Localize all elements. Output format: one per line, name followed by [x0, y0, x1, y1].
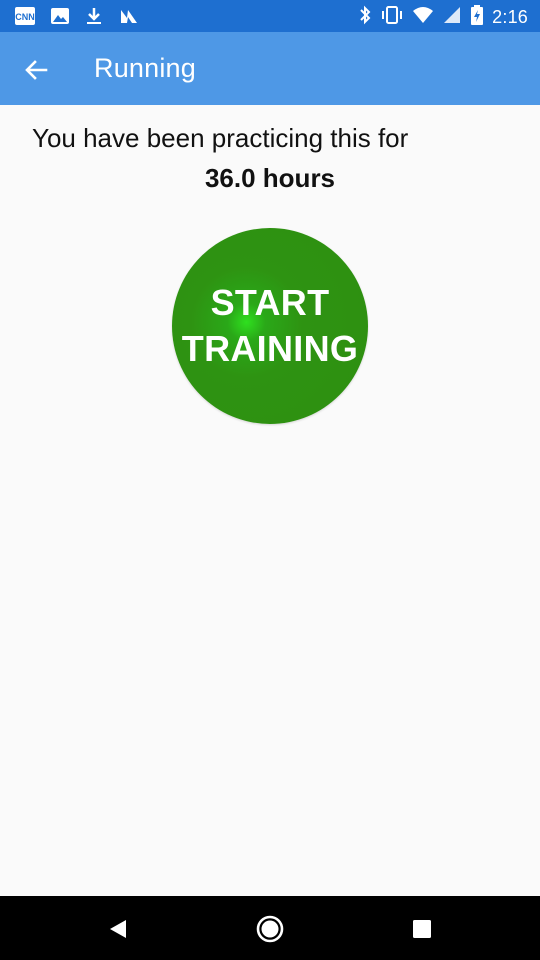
battery-icon	[470, 5, 484, 30]
start-training-button[interactable]: START TRAINING	[172, 228, 368, 424]
back-button[interactable]	[20, 54, 52, 86]
nav-home-button[interactable]	[255, 914, 285, 944]
recents-icon	[413, 920, 431, 938]
wifi-icon	[412, 5, 434, 30]
svg-text:CNN: CNN	[15, 12, 35, 22]
vibrate-icon	[380, 5, 404, 30]
home-icon	[256, 915, 284, 943]
nav-back-button[interactable]	[107, 917, 131, 941]
main-content: You have been practicing this for 36.0 h…	[0, 105, 540, 896]
image-icon	[50, 6, 70, 31]
status-bar: CNN 2:16	[0, 0, 540, 32]
app-bar: Running	[0, 32, 540, 105]
status-notifications: CNN	[14, 6, 140, 31]
page-title: Running	[94, 53, 196, 83]
start-training-line2: TRAINING	[181, 328, 359, 369]
start-training-line1: START	[210, 282, 330, 323]
status-system: 2:16	[358, 5, 528, 30]
nav-recents-button[interactable]	[411, 918, 433, 940]
practice-text: You have been practicing this for	[32, 123, 409, 153]
signal-icon	[442, 5, 462, 30]
n-icon	[118, 6, 140, 31]
back-icon	[110, 920, 126, 938]
clock: 2:16	[492, 7, 528, 27]
download-icon	[84, 6, 104, 31]
bluetooth-icon	[358, 5, 372, 30]
arrow-left-icon	[25, 60, 48, 80]
hours-value: 36.0 hours	[204, 163, 336, 193]
system-navigation-bar	[0, 896, 540, 960]
cnn-icon: CNN	[14, 6, 36, 31]
